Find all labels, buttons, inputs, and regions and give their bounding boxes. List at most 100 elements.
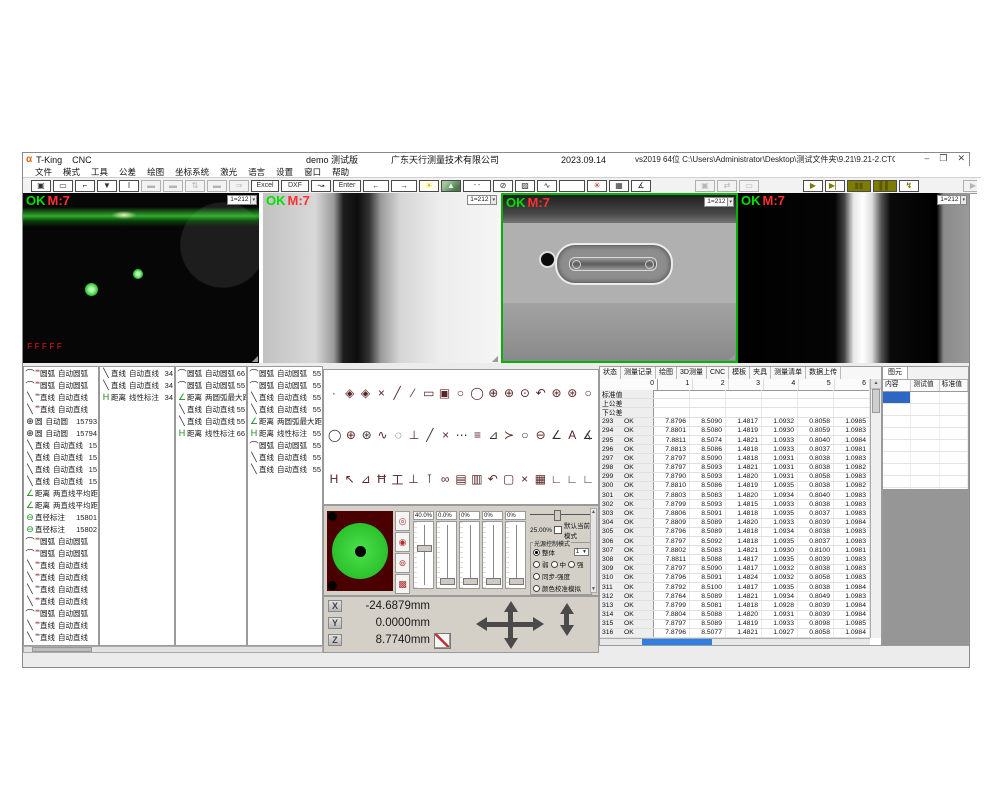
palette-tool-icon[interactable]: ≡ [472, 428, 484, 442]
palette-tool-icon[interactable]: ▦ [535, 472, 547, 486]
channel-select[interactable]: 1▼ [574, 548, 589, 556]
light-mode-button[interactable]: ◎ [395, 511, 410, 531]
light-slider[interactable] [436, 521, 457, 589]
palette-tool-icon[interactable]: ⊕ [487, 386, 499, 400]
toolbar-button[interactable]: ▶ [803, 180, 823, 192]
toolbar-button[interactable]: ∿ [537, 180, 557, 192]
menu-item-设置[interactable]: 设置 [276, 166, 293, 178]
palette-tool-icon[interactable]: H [328, 472, 340, 486]
scroll-up-icon[interactable]: ▲ [871, 379, 881, 389]
palette-tool-icon[interactable]: ⊛ [566, 386, 578, 400]
measure-item[interactable]: ╲***直线自动直线 [24, 559, 98, 571]
measure-item[interactable]: ⊖直径标注15801 [24, 511, 98, 523]
palette-tool-icon[interactable]: ⊕ [503, 386, 515, 400]
jog-down-arrow[interactable] [504, 638, 518, 649]
table-row[interactable]: 294OK7.88018.50801.48191.09300.80591.098… [600, 427, 870, 436]
toolbar-button[interactable]: ⌐ [75, 180, 95, 192]
palette-tool-icon[interactable]: ◌ [392, 428, 404, 442]
table-row[interactable]: 310OK7.87968.50911.48241.09320.80581.098… [600, 574, 870, 583]
radio-sync[interactable] [533, 573, 540, 580]
list-item[interactable] [883, 464, 968, 476]
measure-item[interactable]: ╲直线自动直线15 [24, 451, 98, 463]
toolbar-button[interactable]: ↝ [311, 180, 331, 192]
minimize-button[interactable]: – [924, 153, 929, 164]
palette-tool-icon[interactable]: ⊺ [423, 472, 435, 486]
palette-tool-icon[interactable]: ∡ [582, 428, 594, 442]
list-item[interactable] [883, 476, 968, 488]
palette-tool-icon[interactable]: ◈ [344, 386, 356, 400]
measure-item[interactable]: ⊖直径标注15802 [24, 523, 98, 535]
toolbar-button[interactable]: - - [463, 180, 491, 192]
measure-item[interactable]: ∠距离两直线平均距 [24, 487, 98, 499]
measure-item[interactable]: ⌒圆弧自动圆弧55 [248, 379, 322, 391]
slider-thumb[interactable] [486, 578, 501, 585]
palette-tool-icon[interactable]: ○ [455, 386, 467, 400]
palette-tool-icon[interactable]: ↶ [535, 386, 547, 400]
toolbar-button[interactable]: ▌▌ [873, 180, 897, 192]
scrollbar-thumb[interactable] [32, 647, 92, 652]
radio-color-cal[interactable] [533, 585, 540, 592]
resize-grip-icon[interactable]: ◢ [492, 354, 498, 363]
table-tab-3D测量[interactable]: 3D测量 [677, 367, 707, 379]
palette-tool-icon[interactable]: × [440, 428, 452, 442]
toolbar-button[interactable]: ▶▏ [825, 180, 845, 192]
measure-item[interactable]: ╲***直线自动直线 [24, 595, 98, 607]
measure-item[interactable]: ⊕圆自动圆15794 [24, 427, 98, 439]
table-row[interactable]: 316OK7.87968.50771.48211.09270.80581.098… [600, 629, 870, 638]
camera-view-4[interactable]: OKM:7 1=212▾ ◢ [738, 193, 969, 363]
measure-item[interactable]: ⌒圆弧自动圆弧55 [248, 439, 322, 451]
measure-item[interactable]: ⌒***圆弧自动圆弧 [24, 379, 98, 391]
measure-item[interactable]: ⌒圆弧自动圆弧66 [176, 367, 246, 379]
measure-item[interactable]: ╲直线自动直线15 [24, 475, 98, 487]
palette-tool-icon[interactable]: ↖ [344, 472, 356, 486]
toolbar-button[interactable]: ▦ [609, 180, 629, 192]
light-slider[interactable] [413, 521, 434, 589]
palette-tool-icon[interactable]: ⊥ [408, 472, 420, 486]
palette-tool-icon[interactable]: ∟ [582, 472, 594, 486]
measure-item[interactable]: ╲直线自动直线15 [24, 439, 98, 451]
palette-tool-icon[interactable]: ◯ [470, 386, 483, 400]
toolbar-button[interactable] [559, 180, 585, 192]
table-tab-模板[interactable]: 模板 [729, 367, 750, 379]
measure-item[interactable]: H距离线性标注66 [176, 427, 246, 439]
table-row[interactable]: 312OK7.87648.50891.48211.09340.80491.098… [600, 592, 870, 601]
palette-tool-icon[interactable]: ↶ [487, 472, 499, 486]
camera-view-3-selected[interactable]: OKM:7 1=212▾ ◢ [501, 193, 738, 363]
table-row[interactable]: 314OK7.88048.50881.48201.09310.80391.098… [600, 611, 870, 620]
palette-tool-icon[interactable]: ◯ [328, 428, 341, 442]
table-row[interactable]: 300OK7.88108.50861.48191.09350.80381.098… [600, 482, 870, 491]
table-row[interactable]: 301OK7.88038.50831.48201.09340.80401.098… [600, 491, 870, 500]
table-row[interactable]: 313OK7.87998.50811.48181.09280.80391.098… [600, 601, 870, 610]
toolbar-button[interactable]: → [391, 180, 417, 192]
chevron-down-icon[interactable]: ▾ [728, 197, 734, 207]
menu-item-公差[interactable]: 公差 [119, 166, 136, 178]
toolbar-button[interactable]: ▣ [31, 180, 51, 192]
list-item[interactable] [883, 392, 968, 404]
measure-item[interactable]: ∠距离两直线平均距 [24, 499, 98, 511]
toolbar-button[interactable]: ☀ [419, 180, 439, 192]
toolbar-button[interactable]: Excel [251, 180, 279, 192]
camera-view-2[interactable]: OKM:7 1=212▾ ◢ [263, 193, 499, 363]
toolbar-button[interactable]: ← [363, 180, 389, 192]
toolbar-button[interactable]: ▣ [695, 180, 715, 192]
palette-tool-icon[interactable]: ▥ [471, 472, 483, 486]
toolbar-button[interactable]: ▬ [207, 180, 227, 192]
list-item[interactable] [883, 452, 968, 464]
ring-light-preview[interactable] [327, 511, 393, 591]
menu-item-工具[interactable]: 工具 [91, 166, 108, 178]
table-tab-测量记录[interactable]: 测量记录 [621, 367, 656, 379]
measure-item[interactable]: ⌒圆弧自动圆弧55 [176, 379, 246, 391]
menu-item-激光[interactable]: 激光 [220, 166, 237, 178]
palette-tool-icon[interactable]: ⊛ [551, 386, 563, 400]
toolbar-button[interactable]: ▼ [97, 180, 117, 192]
table-row[interactable]: 303OK7.88068.50911.48181.09350.80371.098… [600, 509, 870, 518]
list-item[interactable] [883, 428, 968, 440]
toolbar-button[interactable]: ∡ [631, 180, 651, 192]
table-row[interactable]: 306OK7.87978.50921.48181.09350.80371.098… [600, 537, 870, 546]
resize-grip-icon[interactable]: ◢ [729, 352, 735, 361]
toolbar-button[interactable]: ▭ [53, 180, 73, 192]
table-row[interactable]: 308OK7.88118.50881.48171.09350.80391.098… [600, 555, 870, 564]
toolbar-button[interactable]: I [119, 180, 139, 192]
palette-tool-icon[interactable]: ▢ [503, 472, 515, 486]
table-row[interactable]: 296OK7.88138.50861.48181.09330.80371.098… [600, 445, 870, 454]
